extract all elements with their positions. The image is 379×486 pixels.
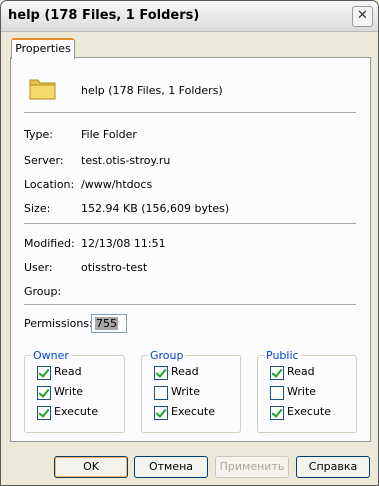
group-write-checkbox[interactable] [154,386,168,400]
owner-read-checkbox[interactable] [37,366,51,380]
divider [24,223,356,225]
location-value: /www/htdocs [81,178,153,191]
item-name: help (178 Files, 1 Folders) [81,84,223,97]
public-execute-checkbox[interactable] [270,406,284,420]
type-value: File Folder [81,128,137,141]
public-group: Public Read Write Execute [257,349,357,433]
group-label: Group: [24,285,62,298]
permissions-value: 755 [95,317,118,330]
public-legend: Public [264,349,301,362]
divider [24,112,356,114]
modified-value: 12/13/08 11:51 [81,237,166,250]
user-value: otisstro-test [81,261,148,274]
properties-dialog: help (178 Files, 1 Folders) ✕ Properties… [0,0,379,486]
size-value: 152.94 KB (156,609 bytes) [81,202,230,215]
permissions-label: Permissions: [24,317,93,330]
modified-label: Modified: [24,237,75,250]
server-value: test.otis-stroy.ru [81,154,171,167]
owner-write-label: Write [54,385,84,398]
close-icon: ✕ [357,8,368,23]
group-legend: Group [148,349,186,362]
owner-execute-checkbox[interactable] [37,406,51,420]
group-permissions-group: Group Read Write Execute [141,349,241,433]
owner-legend: Owner [31,349,71,362]
apply-button[interactable]: Применить [215,456,289,478]
title-bar[interactable]: help (178 Files, 1 Folders) ✕ [1,1,378,32]
public-read-checkbox[interactable] [270,366,284,380]
group-execute-label: Execute [171,405,215,418]
tab-properties[interactable]: Properties [11,38,75,59]
folder-icon [29,79,56,100]
divider [24,304,356,306]
public-write-label: Write [287,385,317,398]
location-label: Location: [24,178,75,191]
help-button[interactable]: Справка [296,456,370,478]
close-button[interactable]: ✕ [352,6,373,27]
owner-write-checkbox[interactable] [37,386,51,400]
owner-group: Owner Read Write Execute [24,349,125,433]
permissions-input[interactable]: 755 [91,314,127,333]
public-write-checkbox[interactable] [270,386,284,400]
group-execute-checkbox[interactable] [154,406,168,420]
ok-button[interactable]: OK [54,456,128,478]
server-label: Server: [24,154,64,167]
group-read-label: Read [171,365,199,378]
owner-read-label: Read [54,365,82,378]
group-write-label: Write [171,385,201,398]
cancel-button[interactable]: Отмена [134,456,208,478]
public-read-label: Read [287,365,315,378]
user-label: User: [24,261,53,274]
properties-panel: help (178 Files, 1 Folders) Type: File F… [10,57,371,442]
window-title: help (178 Files, 1 Folders) [8,8,200,23]
group-read-checkbox[interactable] [154,366,168,380]
size-label: Size: [24,202,51,215]
public-execute-label: Execute [287,405,331,418]
type-label: Type: [24,128,53,141]
owner-execute-label: Execute [54,405,98,418]
